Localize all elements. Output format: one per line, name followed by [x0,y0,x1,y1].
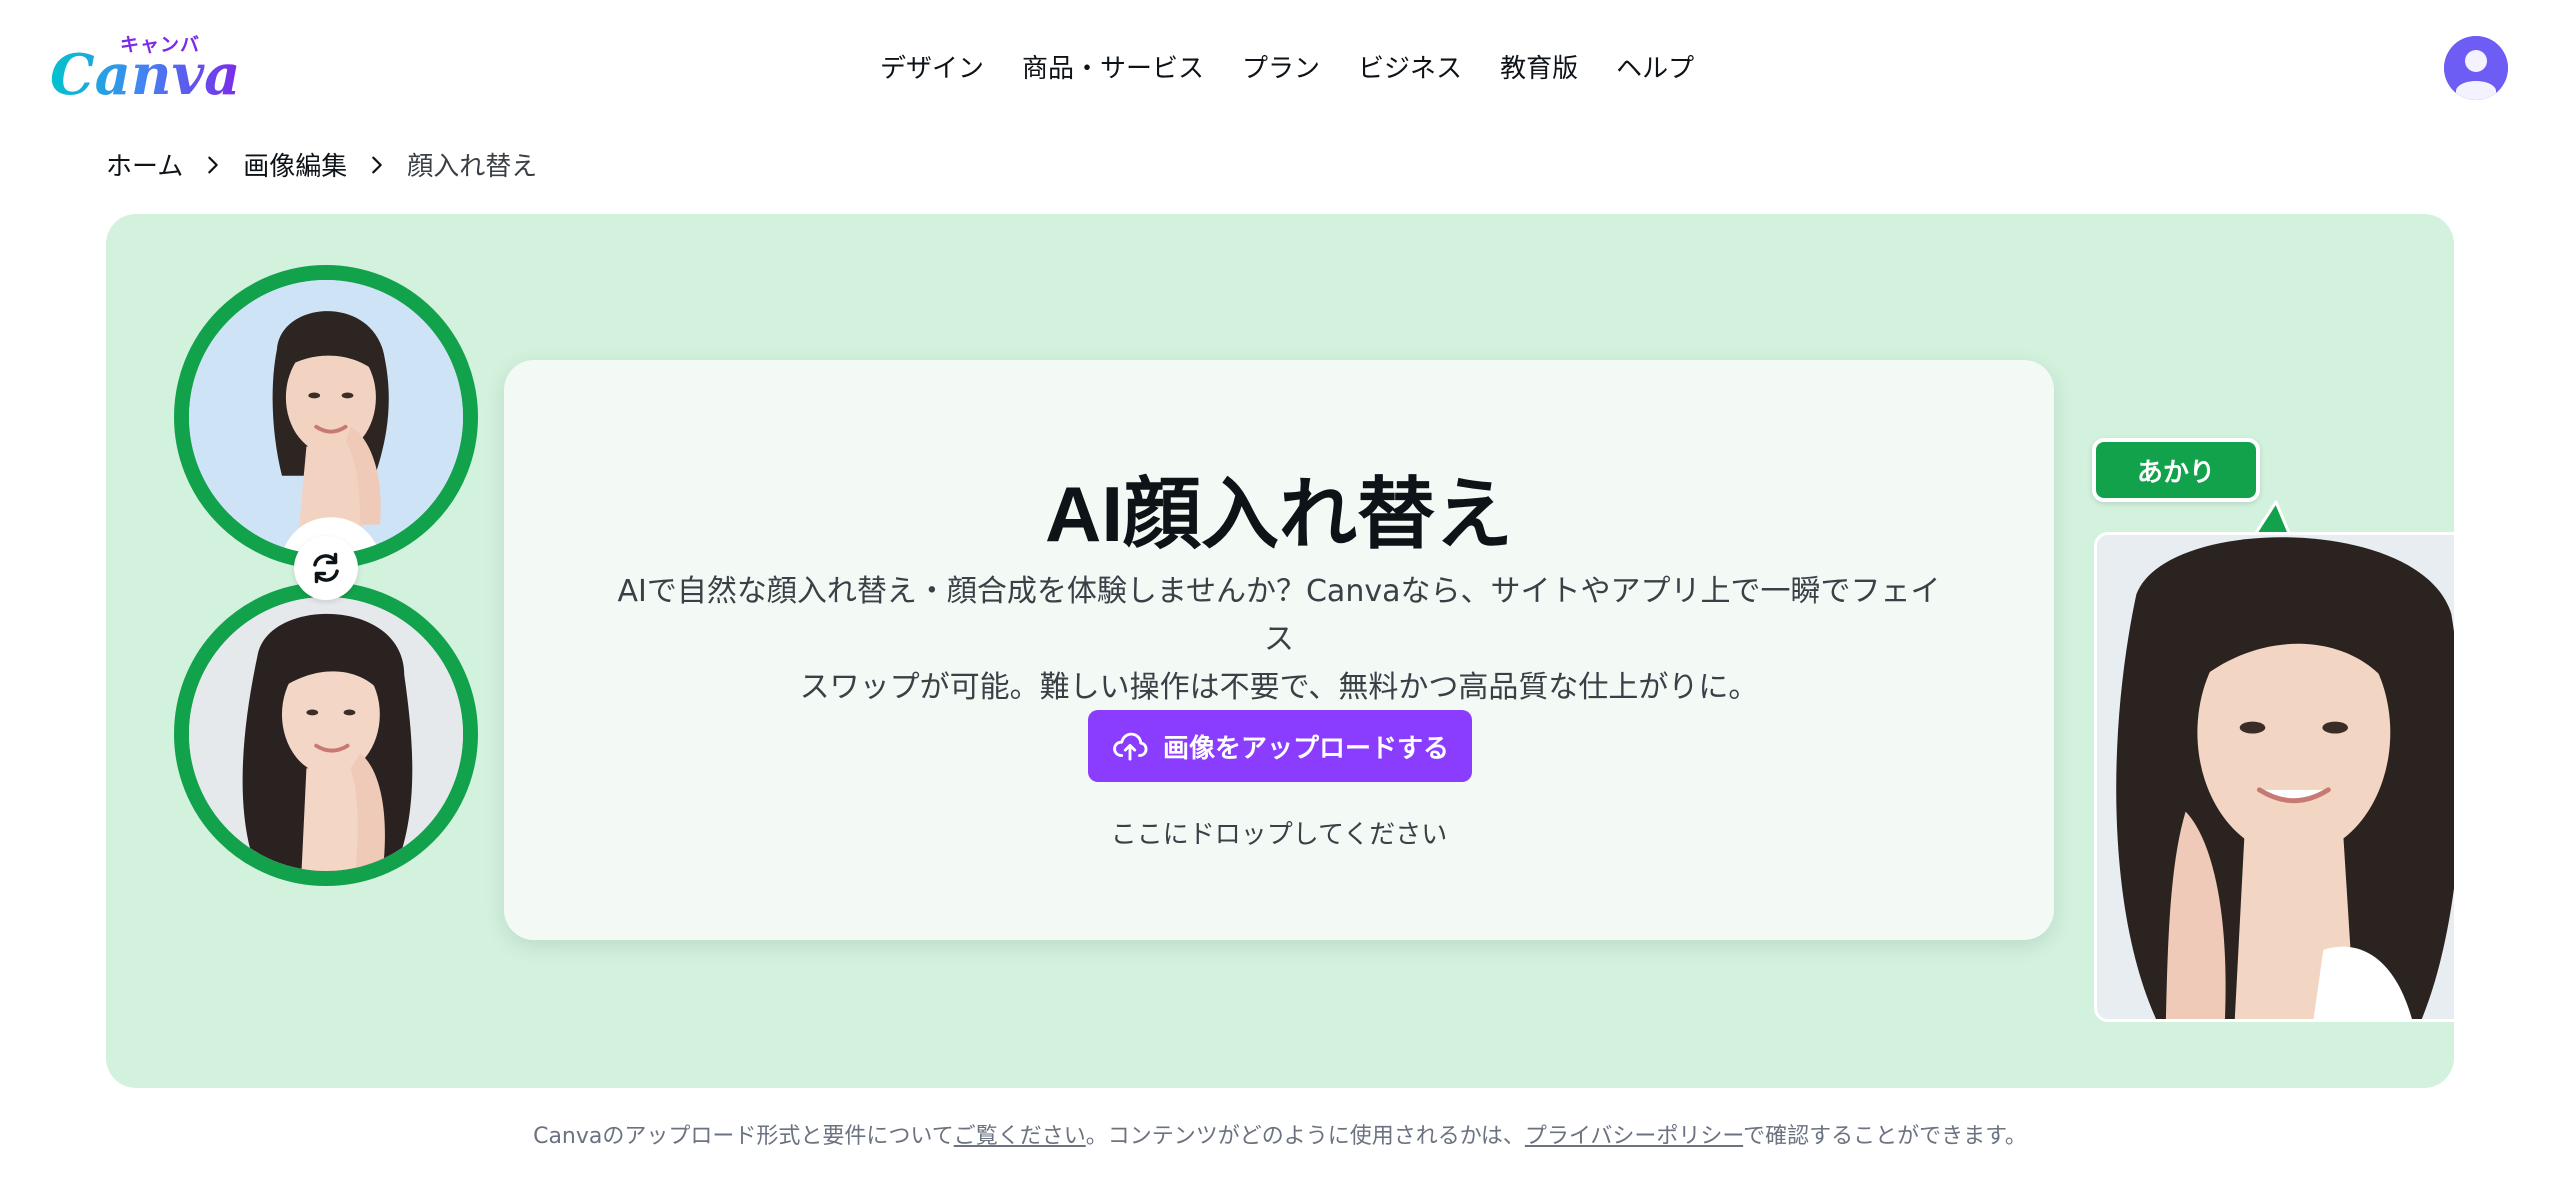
main-nav: デザイン 商品・サービス プラン ビジネス 教育版 ヘルプ [880,48,1694,85]
hero-section: AI顔入れ替え AIで自然な顔入れ替え・顔合成を体験しませんか？Canvaなら、… [106,214,2454,1088]
page-title: AI顔入れ替え [1044,470,1513,558]
chevron-right-icon [183,154,243,176]
nav-plans[interactable]: プラン [1242,48,1320,85]
breadcrumb-current: 顔入れ替え [407,152,538,182]
user-avatar-icon[interactable] [2444,36,2508,100]
upload-image-button[interactable]: 画像をアップロードする [1088,710,1472,782]
hero-description-line1: AIで自然な顔入れ替え・顔合成を体験しませんか？Canvaなら、サイトやアプリ上… [617,574,1941,657]
hero-description: AIで自然な顔入れ替え・顔合成を体験しませんか？Canvaなら、サイトやアプリ上… [604,568,1954,712]
footer-text-2: 。コンテンツがどのように使用されるかは、 [1085,1124,1525,1149]
nav-products[interactable]: 商品・サービス [1022,48,1204,85]
chevron-right-icon [347,154,407,176]
breadcrumb-image-edit[interactable]: 画像編集 [243,146,347,183]
hero-description-line2: スワップが可能。難しい操作は不要で、無料かつ高品質な仕上がりに。 [799,670,1759,705]
drop-hint: ここにドロップしてください [1110,820,1448,850]
target-face-photo [174,582,478,886]
site-header: キャンバ Canva デザイン 商品・サービス プラン ビジネス 教育版 ヘルプ [0,0,2560,134]
requirements-link[interactable]: ご覧ください [954,1124,1086,1149]
nav-help[interactable]: ヘルプ [1616,48,1694,85]
footer-text-1: Canvaのアップロード形式と要件について [533,1124,954,1149]
canva-logo[interactable]: キャンバ Canva [50,30,240,108]
privacy-policy-link[interactable]: プライバシーポリシー [1525,1124,1743,1149]
logo-wordmark: Canva [50,42,241,108]
nav-business[interactable]: ビジネス [1358,48,1462,85]
nav-design[interactable]: デザイン [880,48,984,85]
upload-card[interactable]: AI顔入れ替え AIで自然な顔入れ替え・顔合成を体験しませんか？Canvaなら、… [504,360,2054,940]
cloud-upload-icon [1113,732,1148,761]
upload-info-note: Canvaのアップロード形式と要件についてご覧ください。コンテンツがどのように使… [0,1118,2560,1150]
result-face-photo [2094,532,2454,1022]
footer-text-3: で確認することができます。 [1743,1124,2027,1149]
swap-arrows-icon [294,536,358,600]
nav-education[interactable]: 教育版 [1500,48,1578,85]
name-tag: あかり [2092,438,2260,502]
breadcrumb-home[interactable]: ホーム [106,146,183,183]
upload-button-label: 画像をアップロードする [1162,733,1449,764]
breadcrumb: ホーム 画像編集 顔入れ替え [106,146,537,183]
source-face-photo [174,265,478,569]
